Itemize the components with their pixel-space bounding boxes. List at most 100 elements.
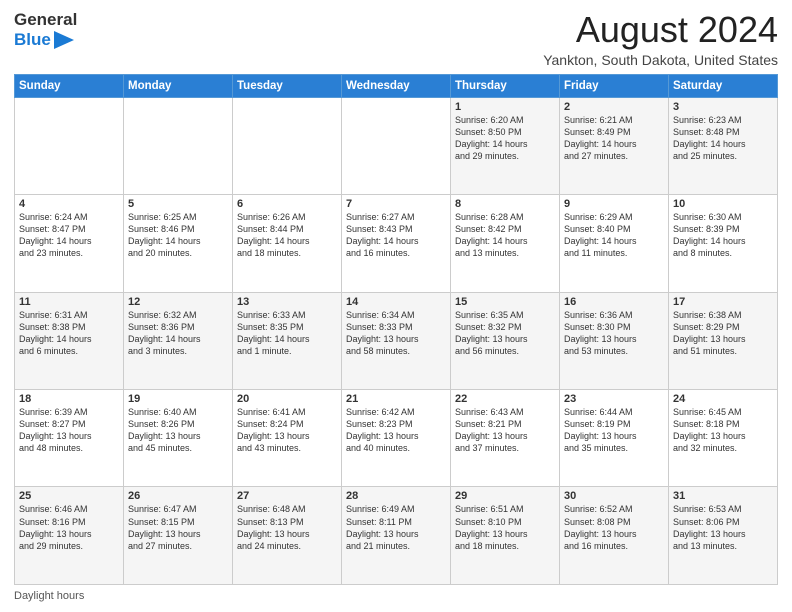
location: Yankton, South Dakota, United States — [543, 52, 778, 68]
day-number: 1 — [455, 101, 555, 113]
day-number: 4 — [19, 198, 119, 210]
table-row: 23Sunrise: 6:44 AM Sunset: 8:19 PM Dayli… — [560, 390, 669, 487]
table-row: 5Sunrise: 6:25 AM Sunset: 8:46 PM Daylig… — [124, 195, 233, 292]
day-number: 31 — [673, 490, 773, 502]
table-row: 1Sunrise: 6:20 AM Sunset: 8:50 PM Daylig… — [451, 97, 560, 194]
calendar-week-row: 25Sunrise: 6:46 AM Sunset: 8:16 PM Dayli… — [15, 487, 778, 585]
daylight-label: Daylight hours — [14, 590, 84, 602]
col-saturday: Saturday — [669, 74, 778, 97]
day-info: Sunrise: 6:49 AM Sunset: 8:11 PM Dayligh… — [346, 503, 446, 552]
day-number: 5 — [128, 198, 228, 210]
day-number: 11 — [19, 296, 119, 308]
day-info: Sunrise: 6:21 AM Sunset: 8:49 PM Dayligh… — [564, 114, 664, 163]
table-row — [15, 97, 124, 194]
calendar-table: Sunday Monday Tuesday Wednesday Thursday… — [14, 74, 778, 585]
title-area: August 2024 Yankton, South Dakota, Unite… — [543, 10, 778, 68]
day-number: 6 — [237, 198, 337, 210]
day-info: Sunrise: 6:27 AM Sunset: 8:43 PM Dayligh… — [346, 211, 446, 260]
day-number: 15 — [455, 296, 555, 308]
table-row: 18Sunrise: 6:39 AM Sunset: 8:27 PM Dayli… — [15, 390, 124, 487]
table-row: 30Sunrise: 6:52 AM Sunset: 8:08 PM Dayli… — [560, 487, 669, 585]
day-number: 23 — [564, 393, 664, 405]
col-wednesday: Wednesday — [342, 74, 451, 97]
day-info: Sunrise: 6:23 AM Sunset: 8:48 PM Dayligh… — [673, 114, 773, 163]
table-row: 26Sunrise: 6:47 AM Sunset: 8:15 PM Dayli… — [124, 487, 233, 585]
table-row: 6Sunrise: 6:26 AM Sunset: 8:44 PM Daylig… — [233, 195, 342, 292]
day-info: Sunrise: 6:53 AM Sunset: 8:06 PM Dayligh… — [673, 503, 773, 552]
day-number: 27 — [237, 490, 337, 502]
day-number: 7 — [346, 198, 446, 210]
calendar-week-row: 4Sunrise: 6:24 AM Sunset: 8:47 PM Daylig… — [15, 195, 778, 292]
day-info: Sunrise: 6:51 AM Sunset: 8:10 PM Dayligh… — [455, 503, 555, 552]
month-title: August 2024 — [543, 10, 778, 50]
calendar-week-row: 1Sunrise: 6:20 AM Sunset: 8:50 PM Daylig… — [15, 97, 778, 194]
table-row: 22Sunrise: 6:43 AM Sunset: 8:21 PM Dayli… — [451, 390, 560, 487]
table-row: 28Sunrise: 6:49 AM Sunset: 8:11 PM Dayli… — [342, 487, 451, 585]
day-info: Sunrise: 6:38 AM Sunset: 8:29 PM Dayligh… — [673, 309, 773, 358]
day-info: Sunrise: 6:25 AM Sunset: 8:46 PM Dayligh… — [128, 211, 228, 260]
table-row: 20Sunrise: 6:41 AM Sunset: 8:24 PM Dayli… — [233, 390, 342, 487]
day-info: Sunrise: 6:34 AM Sunset: 8:33 PM Dayligh… — [346, 309, 446, 358]
day-number: 30 — [564, 490, 664, 502]
day-info: Sunrise: 6:39 AM Sunset: 8:27 PM Dayligh… — [19, 406, 119, 455]
table-row — [233, 97, 342, 194]
col-thursday: Thursday — [451, 74, 560, 97]
day-number: 12 — [128, 296, 228, 308]
day-info: Sunrise: 6:32 AM Sunset: 8:36 PM Dayligh… — [128, 309, 228, 358]
day-info: Sunrise: 6:36 AM Sunset: 8:30 PM Dayligh… — [564, 309, 664, 358]
table-row: 12Sunrise: 6:32 AM Sunset: 8:36 PM Dayli… — [124, 292, 233, 389]
table-row: 29Sunrise: 6:51 AM Sunset: 8:10 PM Dayli… — [451, 487, 560, 585]
table-row: 8Sunrise: 6:28 AM Sunset: 8:42 PM Daylig… — [451, 195, 560, 292]
day-number: 14 — [346, 296, 446, 308]
day-number: 13 — [237, 296, 337, 308]
day-number: 29 — [455, 490, 555, 502]
table-row — [124, 97, 233, 194]
table-row: 9Sunrise: 6:29 AM Sunset: 8:40 PM Daylig… — [560, 195, 669, 292]
day-number: 19 — [128, 393, 228, 405]
col-friday: Friday — [560, 74, 669, 97]
day-info: Sunrise: 6:30 AM Sunset: 8:39 PM Dayligh… — [673, 211, 773, 260]
logo-blue: Blue — [14, 30, 51, 50]
day-number: 8 — [455, 198, 555, 210]
day-info: Sunrise: 6:24 AM Sunset: 8:47 PM Dayligh… — [19, 211, 119, 260]
calendar-week-row: 18Sunrise: 6:39 AM Sunset: 8:27 PM Dayli… — [15, 390, 778, 487]
table-row — [342, 97, 451, 194]
table-row: 21Sunrise: 6:42 AM Sunset: 8:23 PM Dayli… — [342, 390, 451, 487]
day-info: Sunrise: 6:41 AM Sunset: 8:24 PM Dayligh… — [237, 406, 337, 455]
day-info: Sunrise: 6:28 AM Sunset: 8:42 PM Dayligh… — [455, 211, 555, 260]
table-row: 17Sunrise: 6:38 AM Sunset: 8:29 PM Dayli… — [669, 292, 778, 389]
table-row: 16Sunrise: 6:36 AM Sunset: 8:30 PM Dayli… — [560, 292, 669, 389]
calendar-header-row: Sunday Monday Tuesday Wednesday Thursday… — [15, 74, 778, 97]
table-row: 27Sunrise: 6:48 AM Sunset: 8:13 PM Dayli… — [233, 487, 342, 585]
table-row: 24Sunrise: 6:45 AM Sunset: 8:18 PM Dayli… — [669, 390, 778, 487]
day-number: 26 — [128, 490, 228, 502]
table-row: 11Sunrise: 6:31 AM Sunset: 8:38 PM Dayli… — [15, 292, 124, 389]
day-info: Sunrise: 6:46 AM Sunset: 8:16 PM Dayligh… — [19, 503, 119, 552]
table-row: 31Sunrise: 6:53 AM Sunset: 8:06 PM Dayli… — [669, 487, 778, 585]
table-row: 4Sunrise: 6:24 AM Sunset: 8:47 PM Daylig… — [15, 195, 124, 292]
day-info: Sunrise: 6:40 AM Sunset: 8:26 PM Dayligh… — [128, 406, 228, 455]
day-number: 3 — [673, 101, 773, 113]
day-number: 16 — [564, 296, 664, 308]
table-row: 25Sunrise: 6:46 AM Sunset: 8:16 PM Dayli… — [15, 487, 124, 585]
day-number: 24 — [673, 393, 773, 405]
day-number: 9 — [564, 198, 664, 210]
day-info: Sunrise: 6:47 AM Sunset: 8:15 PM Dayligh… — [128, 503, 228, 552]
calendar-week-row: 11Sunrise: 6:31 AM Sunset: 8:38 PM Dayli… — [15, 292, 778, 389]
table-row: 13Sunrise: 6:33 AM Sunset: 8:35 PM Dayli… — [233, 292, 342, 389]
logo: General Blue — [14, 10, 77, 50]
day-number: 2 — [564, 101, 664, 113]
day-info: Sunrise: 6:45 AM Sunset: 8:18 PM Dayligh… — [673, 406, 773, 455]
table-row: 3Sunrise: 6:23 AM Sunset: 8:48 PM Daylig… — [669, 97, 778, 194]
page: General Blue August 2024 Yankton, South … — [0, 0, 792, 612]
day-info: Sunrise: 6:31 AM Sunset: 8:38 PM Dayligh… — [19, 309, 119, 358]
header: General Blue August 2024 Yankton, South … — [14, 10, 778, 68]
logo-arrow-icon — [54, 31, 74, 49]
day-info: Sunrise: 6:48 AM Sunset: 8:13 PM Dayligh… — [237, 503, 337, 552]
day-number: 21 — [346, 393, 446, 405]
day-info: Sunrise: 6:26 AM Sunset: 8:44 PM Dayligh… — [237, 211, 337, 260]
table-row: 2Sunrise: 6:21 AM Sunset: 8:49 PM Daylig… — [560, 97, 669, 194]
day-info: Sunrise: 6:29 AM Sunset: 8:40 PM Dayligh… — [564, 211, 664, 260]
footer: Daylight hours — [14, 590, 778, 602]
col-sunday: Sunday — [15, 74, 124, 97]
